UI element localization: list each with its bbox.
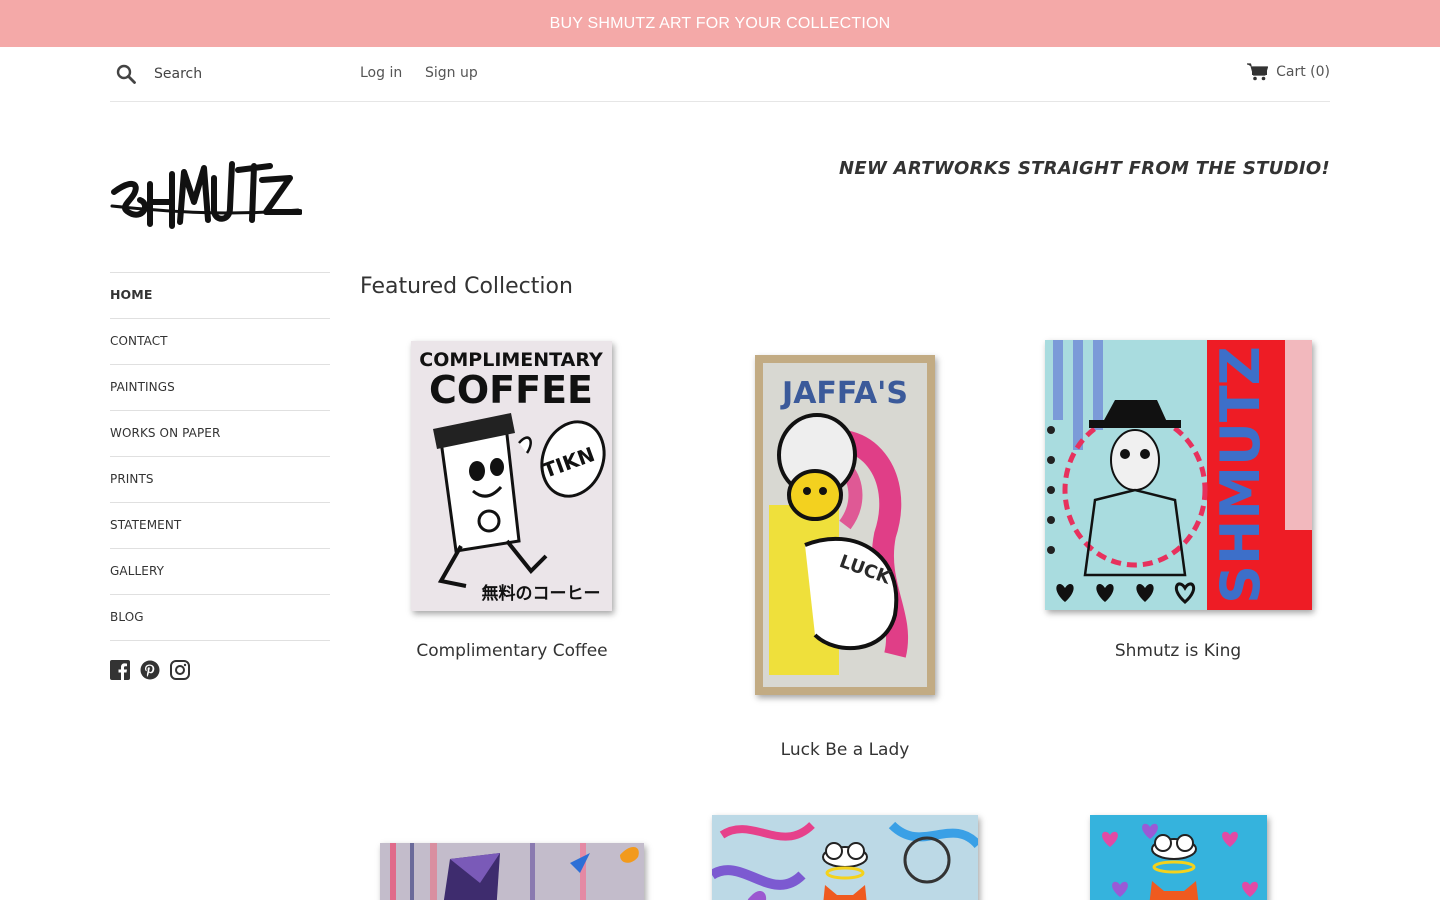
nav-item-paintings[interactable]: PAINTINGS [110, 365, 330, 411]
shmutz-logo[interactable] [110, 142, 302, 232]
nav-item-contact[interactable]: CONTACT [110, 319, 330, 365]
product-image-row2-1[interactable] [380, 843, 644, 900]
king-artwork: SHMUTZ [1045, 340, 1312, 610]
top-bar: Log in Sign up Cart (0) [110, 47, 1330, 102]
nav-item-blog[interactable]: BLOG [110, 595, 330, 641]
cart-link[interactable]: Cart (0) [1247, 63, 1330, 81]
announcement-bar: BUY SHMUTZ ART FOR YOUR COLLECTION [0, 0, 1440, 47]
row2-artwork-2 [712, 815, 978, 900]
nav-item-statement[interactable]: STATEMENT [110, 503, 330, 549]
product-image-row2-2[interactable] [712, 815, 978, 900]
search-input[interactable] [154, 62, 344, 86]
luck-artwork: JAFFA'S LUCK [755, 355, 935, 695]
instagram-icon[interactable] [170, 660, 190, 680]
art-text-coffee: COFFEE [429, 368, 593, 412]
row2-artwork-3 [1090, 815, 1267, 900]
product-title-luck-be-a-lady[interactable]: Luck Be a Lady [781, 740, 910, 760]
product-image-luck-be-a-lady[interactable]: JAFFA'S LUCK [755, 355, 935, 695]
cart-icon [1247, 63, 1269, 81]
nav-item-gallery[interactable]: GALLERY [110, 549, 330, 595]
sidebar-nav: HOME CONTACT PAINTINGS WORKS ON PAPER PR… [110, 272, 330, 641]
social-links [110, 660, 190, 680]
art-text-japanese: 無料のコーヒー [482, 583, 601, 604]
nav-item-works-on-paper[interactable]: WORKS ON PAPER [110, 411, 330, 457]
product-title-complimentary-coffee[interactable]: Complimentary Coffee [416, 641, 607, 661]
product-image-complimentary-coffee[interactable]: COMPLIMENTARY COFFEE TIKN 無料のコーヒー [411, 341, 612, 611]
product-title-shmutz-is-king[interactable]: Shmutz is King [1115, 641, 1241, 661]
coffee-artwork: COMPLIMENTARY COFFEE TIKN 無料のコーヒー [411, 341, 612, 611]
pinterest-icon[interactable] [140, 660, 160, 680]
featured-collection-title: Featured Collection [360, 274, 573, 299]
tagline: NEW ARTWORKS STRAIGHT FROM THE STUDIO! [838, 158, 1330, 179]
signup-link[interactable]: Sign up [425, 65, 478, 81]
announcement-text: BUY SHMUTZ ART FOR YOUR COLLECTION [549, 14, 891, 32]
search-icon[interactable] [116, 64, 136, 84]
facebook-icon[interactable] [110, 660, 130, 680]
nav-item-prints[interactable]: PRINTS [110, 457, 330, 503]
product-image-row2-3[interactable] [1090, 815, 1267, 900]
cart-label: Cart (0) [1276, 64, 1330, 80]
art-text-shmutz: SHMUTZ [1209, 346, 1272, 604]
nav-item-home[interactable]: HOME [110, 273, 330, 319]
product-image-shmutz-is-king[interactable]: SHMUTZ [1045, 340, 1312, 610]
art-text-jaffas: JAFFA'S [780, 376, 908, 411]
login-link[interactable]: Log in [360, 65, 402, 81]
row2-artwork-1 [380, 843, 644, 900]
